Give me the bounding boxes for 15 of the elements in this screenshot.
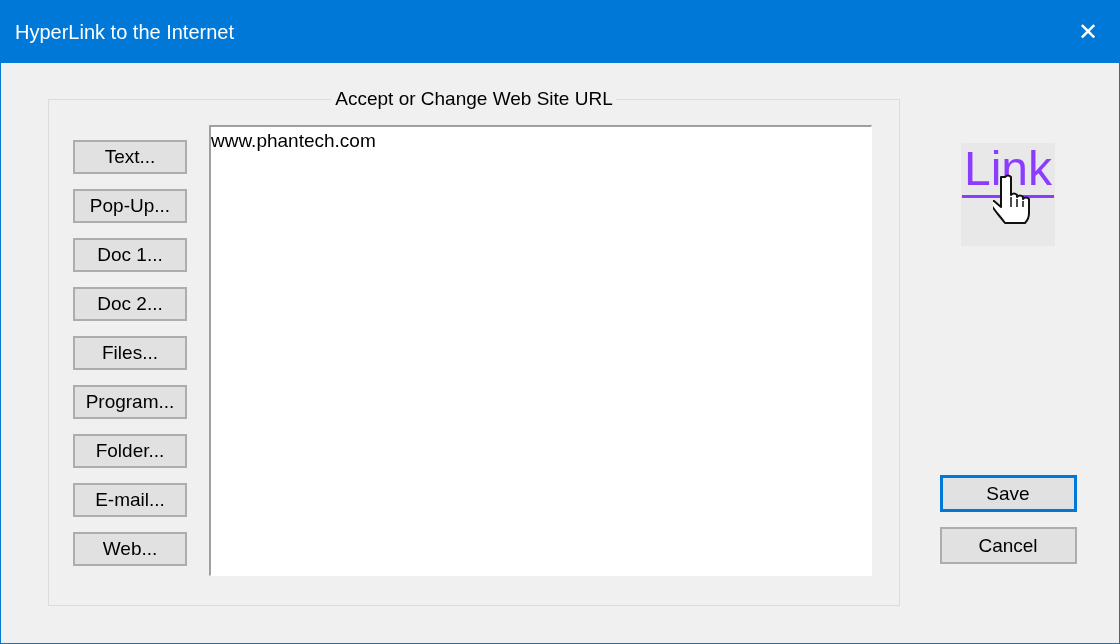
link-type-button[interactable]: Doc 1... [73, 238, 187, 272]
url-field[interactable]: www.phantech.com [209, 125, 872, 576]
link-logo: Link [961, 143, 1055, 246]
link-type-button[interactable]: Files... [73, 336, 187, 370]
link-type-button[interactable]: E-mail... [73, 483, 187, 517]
save-button[interactable]: Save [939, 475, 1077, 512]
link-type-button[interactable]: Web... [73, 532, 187, 566]
link-type-button[interactable]: Pop-Up... [73, 189, 187, 223]
window-title: HyperLink to the Internet [15, 20, 234, 44]
cancel-button[interactable]: Cancel [939, 527, 1077, 564]
link-type-button[interactable]: Folder... [73, 434, 187, 468]
link-type-button[interactable]: Text... [73, 140, 187, 174]
link-type-button[interactable]: Doc 2... [73, 287, 187, 321]
link-type-button[interactable]: Program... [73, 385, 187, 419]
close-button[interactable]: ✕ [1057, 1, 1119, 63]
